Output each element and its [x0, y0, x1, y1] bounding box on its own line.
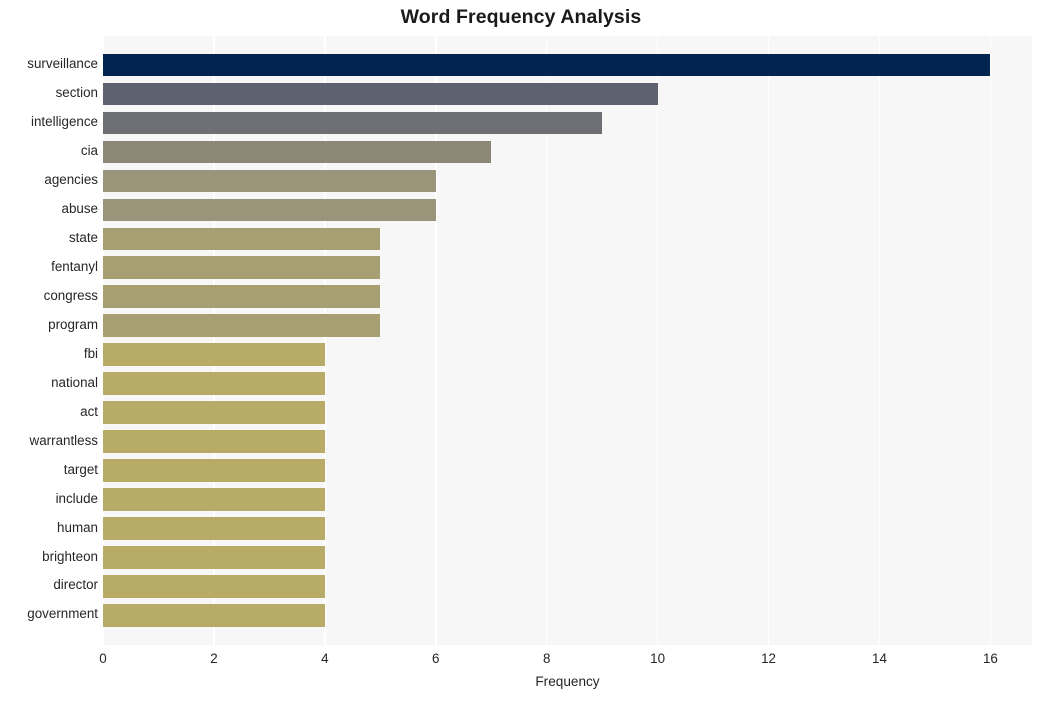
x-tick-label-8: 8 — [542, 651, 551, 666]
x-tick-label-6: 6 — [432, 651, 440, 666]
x-tick-label-12: 12 — [761, 651, 776, 666]
chart-figure: Word Frequency Analysis surveillance sect… — [0, 0, 1042, 701]
x-tick-label-4: 4 — [321, 651, 329, 666]
x-tick-label-16: 16 — [982, 651, 998, 666]
x-axis-label: Frequency — [535, 674, 600, 689]
x-tick-label-14: 14 — [872, 651, 887, 666]
x-tick-label-0: 0 — [99, 651, 107, 666]
x-tick-label-2: 2 — [210, 651, 218, 666]
x-tick-label-10: 10 — [650, 651, 666, 666]
x-axis: 0 2 4 6 8 10 12 14 16 — [0, 0, 1042, 701]
